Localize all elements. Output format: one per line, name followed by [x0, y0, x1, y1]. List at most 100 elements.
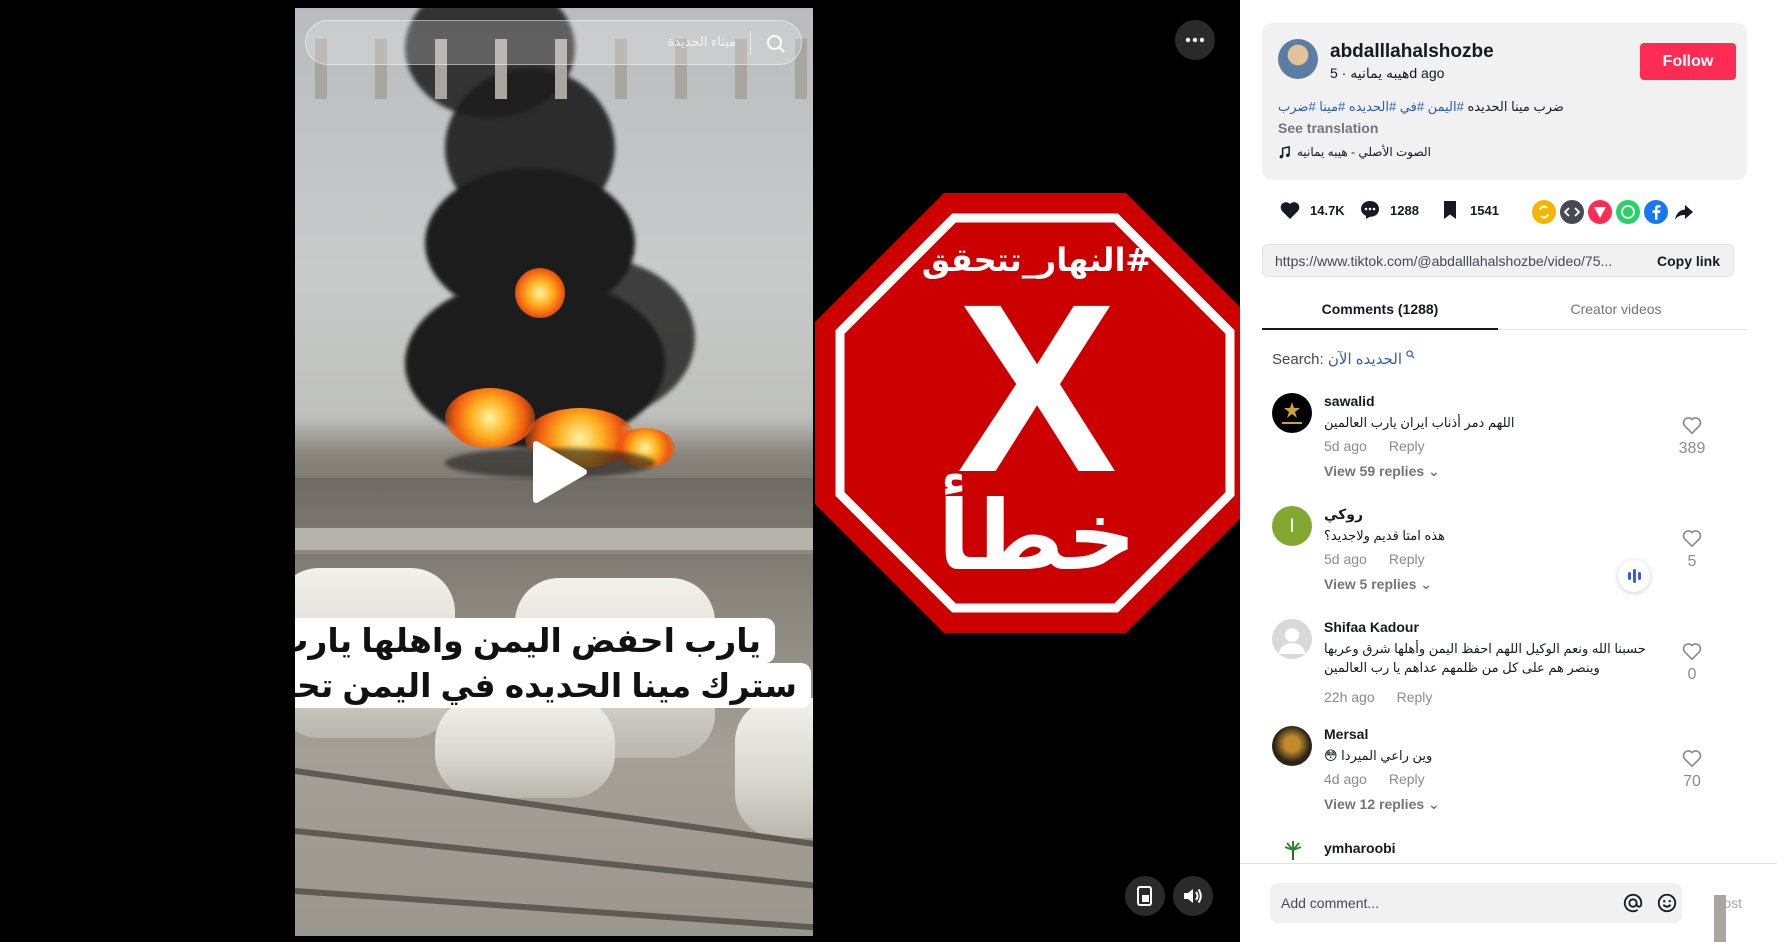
author-nickname: هيبه يمانيه	[1350, 65, 1410, 81]
commenter-avatar[interactable]	[1272, 619, 1312, 659]
comment-meta: 5d ago Reply	[1324, 438, 1447, 454]
audio-wave-icon[interactable]	[1618, 560, 1650, 592]
facebook-icon[interactable]	[1644, 200, 1668, 224]
post-comment-button[interactable]: Post	[1714, 895, 1742, 942]
reply-button[interactable]: Reply	[1389, 438, 1425, 454]
verdict-label: خطأ	[938, 474, 1137, 592]
bookmark-icon	[1444, 201, 1456, 219]
water-tank	[435, 698, 615, 798]
commenter-username[interactable]: ymharoobi	[1324, 840, 1396, 856]
author-avatar[interactable]	[1278, 39, 1318, 79]
commenter-username[interactable]: sawalid	[1324, 393, 1375, 409]
copy-link-button[interactable]: Copy link	[1657, 253, 1720, 269]
play-icon[interactable]	[528, 440, 588, 504]
comment-like-button[interactable]: 70	[1672, 748, 1712, 791]
reply-button[interactable]: Reply	[1397, 689, 1433, 705]
like-action[interactable]: 14.7K	[1278, 198, 1345, 222]
save-count: 1541	[1470, 202, 1499, 218]
like-count: 14.7K	[1310, 202, 1345, 218]
video-caption-line2: سترك مينا الحديده في اليمن تحترق	[295, 663, 811, 708]
scrollbar[interactable]	[1777, 0, 1785, 942]
balcony-railing	[295, 528, 813, 554]
fact-check-false-stamp: #النهار_تتحقق X خطأ	[815, 193, 1255, 633]
comment-count: 1288	[1390, 202, 1419, 218]
reply-button[interactable]: Reply	[1389, 551, 1425, 567]
video-caption-line1: يارب احفض اليمن واهلها يارب	[295, 618, 775, 663]
comment-like-button[interactable]: 0	[1672, 641, 1712, 684]
heart-outline-icon	[1682, 530, 1702, 548]
add-comment-input[interactable]: Add comment...	[1270, 883, 1682, 923]
share-arrow-icon[interactable]	[1672, 200, 1696, 224]
floating-player-button[interactable]	[1125, 876, 1165, 916]
commenter-avatar[interactable]: ا	[1272, 506, 1312, 546]
comment-like-button[interactable]: 389	[1672, 415, 1712, 458]
music-title: الصوت الأصلي - هيبه يمانيه	[1297, 145, 1431, 159]
commenter-username[interactable]: Mersal	[1324, 726, 1368, 742]
embed-icon[interactable]	[1560, 200, 1584, 224]
comment-item: sawalid اللهم دمر أذناب ايران يارب العال…	[1272, 393, 1727, 493]
search-query: ميناء الحديدة	[667, 34, 736, 49]
comment-action[interactable]: 1288	[1358, 198, 1419, 222]
tab-creator-videos[interactable]: Creator videos	[1498, 301, 1734, 317]
emoji-icon[interactable]	[1656, 892, 1678, 914]
follow-button[interactable]: Follow	[1640, 43, 1736, 80]
comment-like-button[interactable]: 5	[1672, 528, 1712, 571]
comment-search-query[interactable]: الحديده الآن	[1328, 351, 1402, 368]
music-note-icon	[1279, 145, 1290, 158]
add-comment-placeholder: Add comment...	[1281, 895, 1380, 911]
music-link[interactable]: الصوت الأصلي - هيبه يمانيه	[1278, 145, 1431, 159]
author-subline: هيبه يمانيه · 5d ago	[1330, 65, 1445, 81]
mention-icon[interactable]	[1622, 892, 1644, 914]
comments-panel: abdalllahalshozbe هيبه يمانيه · 5d ago F…	[1240, 0, 1785, 942]
heart-outline-icon	[1682, 417, 1702, 435]
commenter-avatar[interactable]	[1282, 840, 1304, 862]
video-link-url[interactable]: https://www.tiktok.com/@abdalllahalshozb…	[1275, 253, 1630, 269]
commenter-username[interactable]: Shifaa Kadour	[1324, 619, 1419, 635]
commenter-avatar[interactable]	[1272, 393, 1312, 433]
tab-comments[interactable]: Comments (1288)	[1262, 301, 1498, 317]
heart-outline-icon	[1682, 750, 1702, 768]
comment-meta: 5d ago Reply	[1324, 551, 1447, 567]
more-options-button[interactable]	[1175, 20, 1215, 60]
search-icon[interactable]	[764, 32, 788, 56]
repost-icon[interactable]	[1532, 200, 1556, 224]
comment-composer: Add comment... Post	[1240, 863, 1785, 942]
comment-tabs: Comments (1288) Creator videos	[1262, 290, 1747, 330]
heart-outline-icon	[1682, 643, 1702, 661]
send-to-friends-icon[interactable]	[1588, 200, 1612, 224]
comment-time: 5d ago	[1324, 551, 1367, 567]
search-icon	[1406, 350, 1415, 359]
video-search-bar[interactable]: ميناء الحديدة	[305, 20, 802, 65]
chevron-down-icon: ⌄	[1428, 796, 1440, 812]
comment-item: Shifaa Kadour حسبنا الله ونعم الوكيل الل…	[1272, 619, 1727, 709]
view-replies-button[interactable]: View 12 replies ⌄	[1324, 796, 1440, 813]
view-replies-button[interactable]: View 5 replies ⌄	[1324, 576, 1432, 593]
view-replies-button[interactable]: View 59 replies ⌄	[1324, 463, 1440, 480]
comment-time: 5d ago	[1324, 438, 1367, 454]
commenter-username[interactable]: روكي	[1324, 506, 1363, 523]
comment-time: 22h ago	[1324, 689, 1375, 705]
comment-text: وين راعي الميردا 😳	[1324, 748, 1433, 763]
comment-search-label: Search:	[1272, 351, 1324, 368]
save-action[interactable]: 1541	[1438, 198, 1499, 222]
chevron-down-icon: ⌄	[1420, 576, 1432, 592]
comment-text: هذه امتا قديم ولاجديد؟	[1324, 528, 1445, 543]
description-text: ضرب مينا الحديده	[1467, 99, 1564, 114]
comment-item: ymharoobi	[1272, 840, 1727, 864]
volume-button[interactable]	[1173, 876, 1213, 916]
reply-button[interactable]: Reply	[1389, 771, 1425, 787]
water-tank	[735, 698, 813, 838]
whatsapp-icon[interactable]	[1616, 200, 1640, 224]
action-bar: 14.7K 1288 1541	[1278, 198, 1758, 228]
post-info-card: abdalllahalshozbe هيبه يمانيه · 5d ago F…	[1262, 23, 1747, 180]
description-hashtags[interactable]: #اليمن #في #الحديده #مينا #ضرب	[1278, 99, 1464, 114]
comment-time: 4d ago	[1324, 771, 1367, 787]
commenter-avatar[interactable]	[1272, 726, 1312, 766]
comment-search-suggestion[interactable]: Search: الحديده الآن	[1272, 350, 1415, 368]
comment-meta: 4d ago Reply	[1324, 771, 1447, 787]
chevron-down-icon: ⌄	[1428, 463, 1440, 479]
author-username[interactable]: abdalllahalshozbe	[1330, 41, 1494, 63]
see-translation-link[interactable]: See translation	[1278, 120, 1378, 136]
comment-like-count: 0	[1687, 666, 1697, 683]
comment-item: Mersal وين راعي الميردا 😳 4d ago Reply Vi…	[1272, 726, 1727, 826]
